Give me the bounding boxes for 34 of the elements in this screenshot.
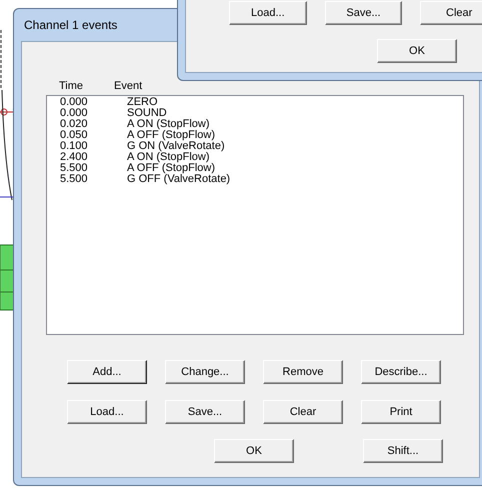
column-header: Event [114,79,142,94]
dialog-button[interactable]: Add... [67,360,147,384]
time-cell-text: 0.000 [59,108,89,119]
dialog-button[interactable]: Load... [67,400,147,424]
dialog-button[interactable]: Change... [165,360,245,384]
time-cell-text: 2.400 [59,152,89,163]
dialog-button[interactable]: Save... [324,1,402,25]
event-list[interactable]: 0.000 ZERO 0.000 SOUND 0.020 A ON (StopFlow) 0.050 A OFF (StopFlow) 0.100 G ON (ValveRotate) 2.400 A ON (StopFlow) 5.500 A OFF (StopFlow) 5.500 G OFF (ValveRotate) [46,95,464,335]
time-cell-text: 5.500 [59,163,89,174]
time-cell-text: 0.100 [59,141,89,152]
dialog-button[interactable]: Remove [263,360,343,384]
time-cell-text: 0.050 [59,130,89,141]
dialog-button[interactable]: Clear [420,1,482,25]
event-cell: A OFF (StopFlow) [127,130,216,141]
event-cell: A ON (StopFlow) [127,119,210,130]
dialog-button[interactable]: Load... [229,1,307,25]
time-cell-text: 5.500 [59,174,89,185]
event-cell: A ON (StopFlow) [127,152,210,163]
event-cell: G ON (ValveRotate) [127,141,225,152]
dialog-button[interactable]: Save... [165,400,245,424]
event-cell: ZERO [127,97,158,108]
dialog-button[interactable]: Clear [263,400,343,424]
event-cell: A OFF (StopFlow) [127,163,216,174]
time-cell-text: 0.000 [59,97,89,108]
column-header: Time [58,79,84,94]
event-cell: SOUND [127,108,167,119]
time-cell-text: 0.020 [59,119,89,130]
dialog-button[interactable]: Describe... [361,360,441,384]
dialog-button[interactable]: Print [361,400,441,424]
dialog-button[interactable]: Shift... [363,439,443,463]
dialog-button[interactable]: OK [214,439,294,463]
dialog-button[interactable]: OK [377,39,457,63]
window-title: Channel 1 events [23,17,118,34]
event-cell: G OFF (ValveRotate) [127,174,230,185]
